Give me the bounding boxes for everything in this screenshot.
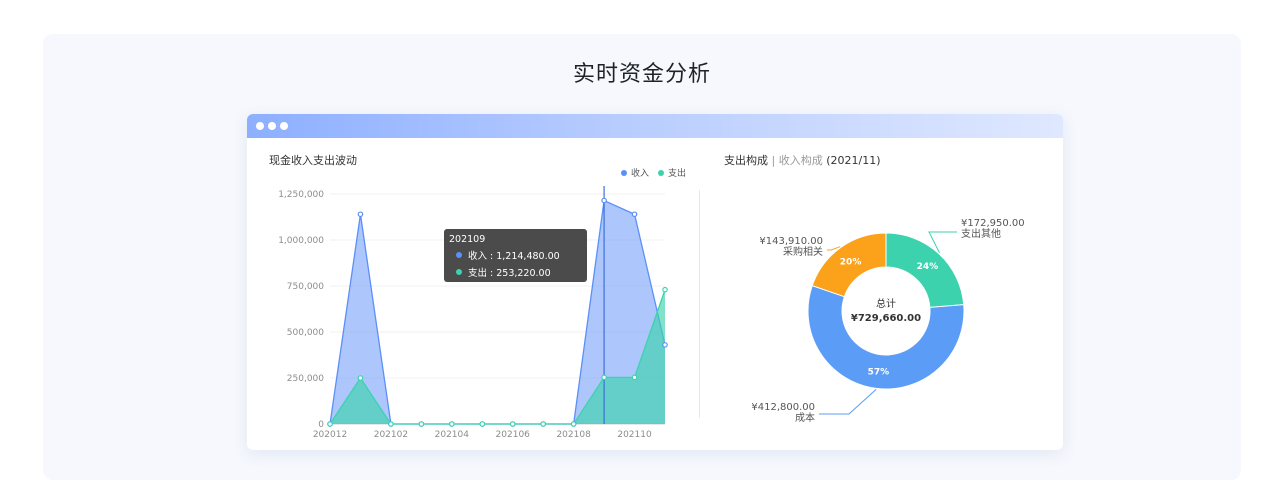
expense-point (509, 421, 516, 427)
expense-point (418, 421, 425, 427)
tooltip-income-dot (456, 252, 462, 258)
dashboard-window: 现金收入支出波动 收入 支出 0 250,000 500,000 750,000 1,0… (247, 114, 1063, 450)
income-point (631, 211, 638, 218)
expense-donut-chart[interactable]: 24% ¥172,950.00支出其他 57% ¥412,800.00成本 20% ¥14… (699, 138, 1063, 450)
y-tick-label: 0 (318, 420, 324, 430)
expense-point (357, 375, 364, 381)
tooltip-row-expense: 支出 : 253,220.00 (449, 265, 582, 279)
page-title: 实时资金分析 (572, 62, 711, 87)
x-tick-label: 202106 (496, 430, 531, 440)
slice-amount-label: ¥143,910.00 (759, 236, 823, 247)
tooltip-row-income: 收入 : 1,214,480.00 (449, 248, 582, 262)
expense-point (601, 374, 607, 381)
slice-name-label: 支出其他 (961, 227, 1001, 240)
slice-percent-label: 57% (868, 368, 890, 378)
expense-point (388, 421, 394, 427)
expense-point (540, 421, 546, 427)
income-point (357, 211, 364, 218)
chart-tooltip: 202109 收入 : 1,214,480.00 支出 : 253,220.00 (444, 229, 587, 282)
slice-name-label: 成本 (795, 411, 815, 424)
expense-point (662, 286, 668, 293)
slice-percent-label: 24% (917, 262, 939, 272)
y-tick-label: 500,000 (287, 328, 324, 338)
slice-percent-label: 20% (840, 257, 862, 267)
expense-point (631, 374, 638, 381)
donut-center-total: ¥729,660.00 (851, 313, 921, 324)
expense-point (479, 421, 486, 427)
x-tick-label: 202104 (435, 430, 470, 440)
tooltip-expense-dot (456, 269, 462, 275)
x-tick-label: 202108 (556, 430, 591, 440)
y-tick-label: 1,250,000 (278, 190, 324, 200)
income-point (662, 342, 668, 348)
slice-name-label: 采购相关 (783, 245, 823, 258)
expense-point (570, 421, 577, 427)
tooltip-expense-text: 支出 : 253,220.00 (468, 268, 551, 279)
expense-point (327, 421, 333, 427)
x-tick-label: 202102 (374, 430, 408, 440)
slice-amount-label: ¥412,800.00 (751, 402, 815, 413)
page-container: 实时资金分析 现金收入支出波动 收入 支出 0 250,000 500,000 750… (43, 34, 1241, 480)
tooltip-income-text: 收入 : 1,214,480.00 (468, 251, 560, 262)
y-tick-label: 1,000,000 (278, 236, 324, 246)
expense-point (449, 421, 455, 427)
x-tick-label: 202110 (617, 430, 652, 440)
x-tick-label: 202012 (313, 430, 347, 440)
y-tick-label: 750,000 (287, 282, 324, 292)
y-tick-label: 250,000 (287, 374, 324, 384)
donut-center-label: 总计 (876, 297, 896, 310)
tooltip-period: 202109 (449, 234, 486, 245)
cashflow-area-chart[interactable]: 0 250,000 500,000 750,000 1,000,000 1,250,000… (247, 114, 699, 450)
income-point (601, 197, 607, 204)
slice-amount-label: ¥172,950.00 (961, 218, 1025, 229)
slice-leader-line (819, 389, 877, 415)
